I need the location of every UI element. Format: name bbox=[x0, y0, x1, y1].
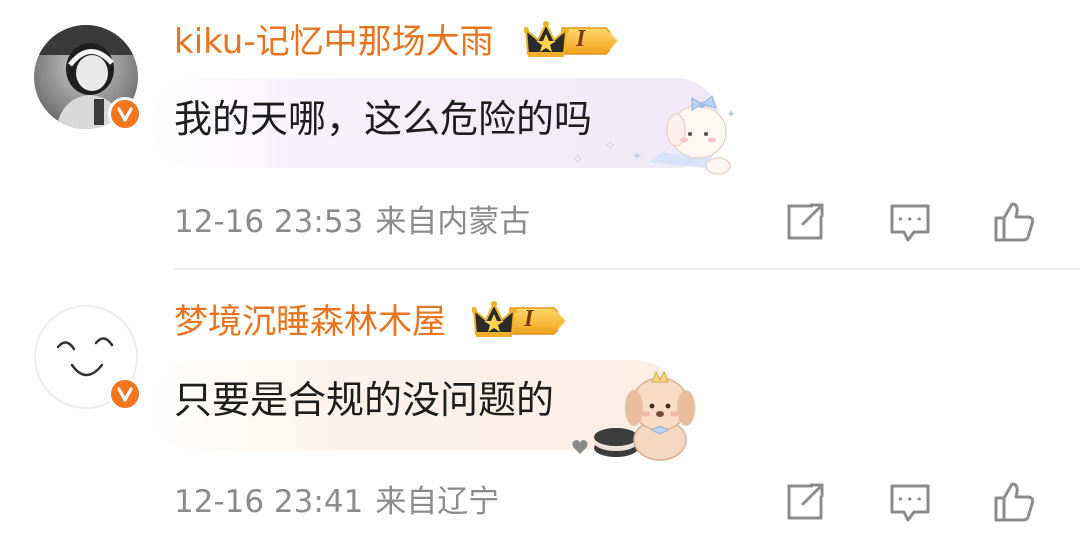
svg-text:✧: ✧ bbox=[604, 138, 616, 154]
svg-text:✦: ✦ bbox=[726, 107, 736, 121]
comment-text: 我的天哪，这么危险的吗 bbox=[174, 97, 593, 141]
comment-icon[interactable] bbox=[888, 200, 932, 244]
username[interactable]: 梦境沉睡森林木屋 bbox=[174, 300, 446, 344]
crown-level-badge[interactable]: I bbox=[523, 20, 620, 62]
badge-level: I bbox=[576, 26, 586, 52]
thumbs-up-icon[interactable] bbox=[992, 200, 1036, 244]
bunny-bow-sticker-icon: ✧ ✧ ✦ ✦ bbox=[566, 90, 742, 180]
svg-text:✦: ✦ bbox=[632, 149, 642, 163]
verified-v-icon bbox=[108, 377, 142, 411]
puppy-cookie-sticker-icon bbox=[560, 368, 700, 462]
comment-location: 来自辽宁 bbox=[375, 484, 500, 520]
avatar[interactable] bbox=[34, 305, 142, 411]
comment-location: 来自内蒙古 bbox=[375, 204, 531, 240]
comment-item: kiku-记忆中那场大雨 I 我的天哪，这么危险的吗 ✧ ✧ ✦ ✦ 12-16… bbox=[0, 0, 1080, 270]
comment-time: 12-16 23:53 bbox=[174, 204, 364, 240]
username[interactable]: kiku-记忆中那场大雨 bbox=[174, 20, 494, 64]
comment-meta: 12-16 23:53 来自内蒙古 bbox=[174, 200, 530, 244]
svg-text:✧: ✧ bbox=[572, 152, 584, 168]
comment-icon[interactable] bbox=[888, 480, 932, 524]
share-icon[interactable] bbox=[783, 200, 827, 244]
badge-level: I bbox=[524, 306, 534, 332]
share-icon[interactable] bbox=[783, 480, 827, 524]
comment-text: 只要是合规的没问题的 bbox=[174, 378, 555, 422]
verified-v-icon bbox=[108, 97, 142, 131]
comment-item: 梦境沉睡森林木屋 I 只要是合规的没问题的 12-16 23:41 来自辽宁 bbox=[0, 280, 1080, 550]
crown-icon bbox=[523, 21, 620, 57]
comment-meta: 12-16 23:41 来自辽宁 bbox=[174, 480, 499, 524]
crown-icon bbox=[471, 301, 568, 337]
thumbs-up-icon[interactable] bbox=[992, 480, 1036, 524]
divider bbox=[174, 268, 1080, 270]
crown-level-badge[interactable]: I bbox=[471, 300, 568, 342]
avatar[interactable] bbox=[34, 25, 142, 131]
comment-time: 12-16 23:41 bbox=[174, 484, 364, 520]
